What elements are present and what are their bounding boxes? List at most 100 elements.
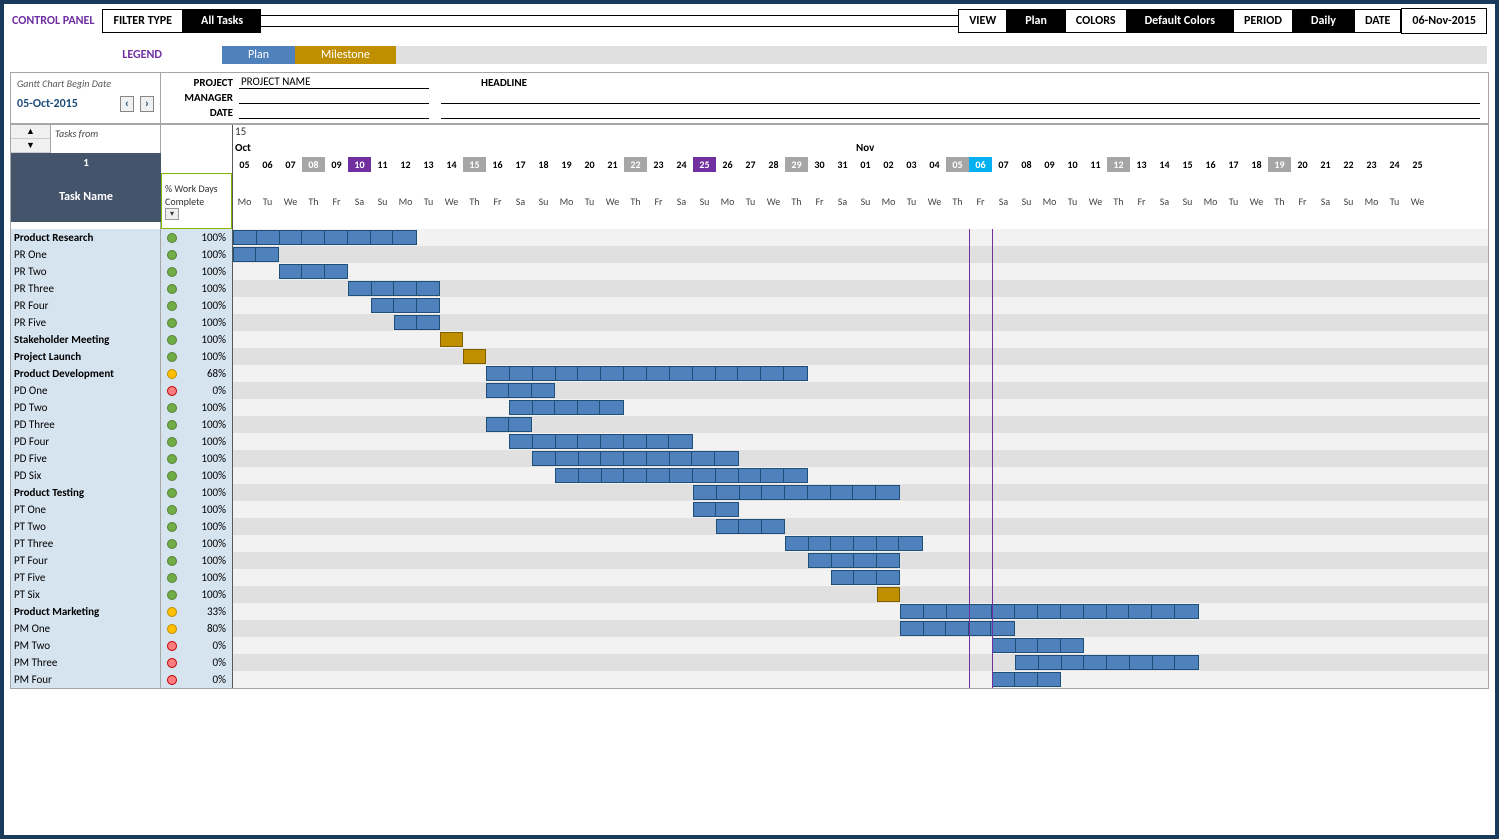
header-left: Gantt Chart Begin Date 05-Oct-2015 ‹ › [11,73,161,123]
task-name-cell[interactable]: PM Two [11,637,161,654]
headline-line2[interactable] [441,107,1480,119]
task-pct-value: 0% [213,639,226,652]
gantt-milestone-bar[interactable] [877,587,900,602]
task-name-cell[interactable]: PR Four [11,297,161,314]
filter-type-value[interactable]: All Tasks [183,9,261,33]
gantt-plan-bar[interactable] [371,298,440,313]
task-name-cell[interactable]: PD Four [11,433,161,450]
task-name-cell[interactable]: Product Marketing [11,603,161,620]
task-name-cell[interactable]: PR Two [11,263,161,280]
task-name-cell[interactable]: Product Research [11,229,161,246]
gantt-plan-bar[interactable] [509,400,624,415]
gantt-plan-bar[interactable] [532,451,739,466]
gantt-plan-bar[interactable] [992,672,1061,687]
task-pct-value: 100% [201,282,226,295]
task-name-cell[interactable]: PD Two [11,399,161,416]
day-number-cell: 10 [348,157,371,172]
task-pct-cell: 68% [161,365,233,382]
gantt-plan-bar[interactable] [394,315,440,330]
gantt-plan-bar[interactable] [279,264,348,279]
task-name-cell[interactable]: Project Launch [11,348,161,365]
gantt-plan-bar[interactable] [693,485,900,500]
task-pct-value: 33% [207,605,226,618]
hdr-date-value[interactable] [239,118,429,119]
task-name-cell[interactable]: PT One [11,501,161,518]
gantt-plan-bar[interactable] [900,621,1015,636]
manager-value[interactable] [239,103,429,104]
gantt-plan-bar[interactable] [808,553,900,568]
task-name-cell[interactable]: PD Three [11,416,161,433]
day-number-cell: 01 [854,157,877,172]
task-name-cell[interactable]: PM Three [11,654,161,671]
task-name-cell[interactable]: PD Six [11,467,161,484]
task-row: PM Three0% [11,654,1488,671]
pct-dropdown-icon[interactable]: ▾ [165,208,179,220]
date-prev-button[interactable]: ‹ [120,96,134,112]
tasks-up-button[interactable]: ▲ [11,125,50,139]
task-pct-value: 100% [201,231,226,244]
gantt-plan-bar[interactable] [486,366,808,381]
colors-label: COLORS [1065,9,1127,33]
day-number-cell: 07 [279,157,302,172]
day-dow-cell: Fr [808,194,831,209]
gantt-plan-bar[interactable] [785,536,923,551]
gantt-plan-bar[interactable] [555,468,808,483]
day-number-cell: 04 [923,157,946,172]
day-number-cell: 26 [716,157,739,172]
task-name-cell[interactable]: PT Two [11,518,161,535]
task-name-cell[interactable]: PD One [11,382,161,399]
task-pct-cell: 0% [161,654,233,671]
status-dot-icon [167,573,177,583]
task-name-cell[interactable]: PT Six [11,586,161,603]
gantt-plan-bar[interactable] [900,604,1199,619]
gantt-plan-bar[interactable] [992,638,1084,653]
day-dow-cell: Tu [578,194,601,209]
task-name-cell[interactable]: PR One [11,246,161,263]
task-name-cell[interactable]: Stakeholder Meeting [11,331,161,348]
day-dow-cell: We [923,194,946,209]
gantt-plan-bar[interactable] [233,230,417,245]
colors-value[interactable]: Default Colors [1127,9,1233,33]
date-value[interactable]: 06-Nov-2015 [1401,8,1487,34]
task-row: Product Marketing 33% [11,603,1488,620]
task-name-cell[interactable]: Product Testing [11,484,161,501]
task-name-cell[interactable]: PT Five [11,569,161,586]
day-dow-cell: We [279,194,302,209]
gantt-plan-bar[interactable] [693,502,739,517]
day-number-cell: 21 [1314,157,1337,172]
tasks-down-button[interactable]: ▼ [11,139,50,153]
tasks-from-number[interactable]: 1 [11,153,161,172]
headline-line1[interactable] [441,92,1480,104]
day-number-cell: 05 [946,157,969,172]
gantt-plan-bar[interactable] [716,519,785,534]
task-name-cell[interactable]: PR Five [11,314,161,331]
day-number-cell: 05 [233,157,256,172]
date-next-button[interactable]: › [140,96,154,112]
task-row: PT Two100% [11,518,1488,535]
gantt-plan-bar[interactable] [233,247,279,262]
task-row: PR Three 100% [11,280,1488,297]
gantt-milestone-bar[interactable] [463,349,486,364]
task-name-cell[interactable]: PM Four [11,671,161,688]
task-name-cell[interactable]: PT Four [11,552,161,569]
task-name-cell[interactable]: PR Three [11,280,161,297]
task-pct-value: 100% [201,469,226,482]
task-name-cell[interactable]: PT Three [11,535,161,552]
gantt-plan-bar[interactable] [486,383,555,398]
task-name-cell[interactable]: PM One [11,620,161,637]
gantt-plan-bar[interactable] [348,281,440,296]
project-value[interactable]: PROJECT NAME [239,75,429,89]
gantt-plan-bar[interactable] [509,434,693,449]
gantt-plan-bar[interactable] [486,417,532,432]
gantt-plan-bar[interactable] [831,570,900,585]
period-value[interactable]: Daily [1293,9,1354,33]
task-name-cell[interactable]: Product Development [11,365,161,382]
task-name-cell[interactable]: PD Five [11,450,161,467]
gantt-milestone-bar[interactable] [440,332,463,347]
task-row: Product Research 100% [11,229,1488,246]
view-value[interactable]: Plan [1007,9,1065,33]
day-dow-cell: Su [532,194,555,209]
day-number-cell: 29 [785,157,808,172]
gantt-plan-bar[interactable] [1015,655,1199,670]
control-panel-title: CONTROL PANEL [12,14,102,28]
